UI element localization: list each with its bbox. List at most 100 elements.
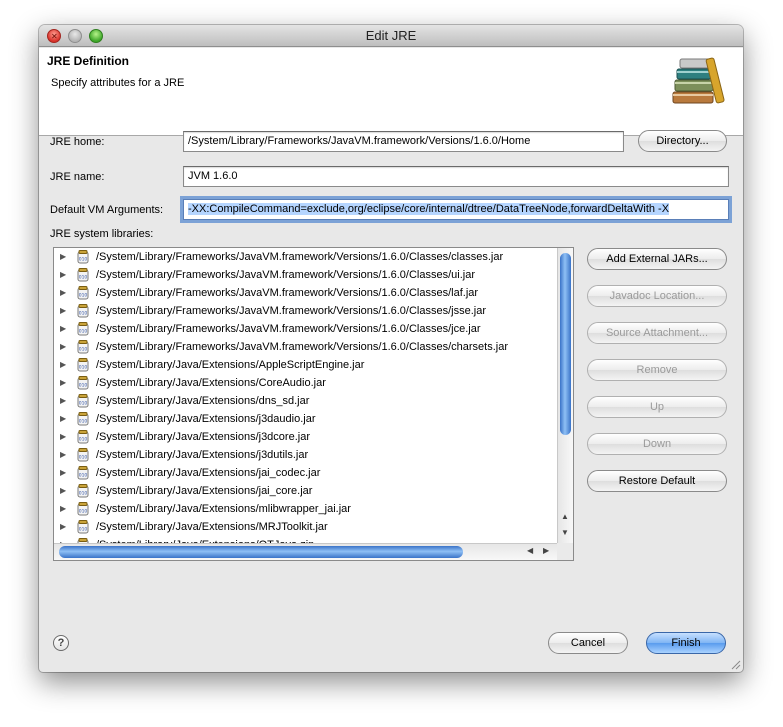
horizontal-scroll-thumb[interactable]: [59, 546, 463, 558]
svg-text:010: 010: [79, 455, 88, 461]
list-item[interactable]: ▶ 010/System/Library/Java/Extensions/Appl…: [54, 356, 559, 374]
triangle-right-icon[interactable]: ▶: [60, 320, 66, 338]
header-title: JRE Definition: [47, 54, 130, 68]
scroll-right-arrow-icon[interactable]: ▶: [543, 546, 549, 555]
library-path: /System/Library/Frameworks/JavaVM.framew…: [96, 269, 476, 281]
add-external-jars-button[interactable]: Add External JARs...: [587, 248, 727, 270]
down-button[interactable]: Down: [587, 433, 727, 455]
list-item[interactable]: ▶ 010/System/Library/Java/Extensions/j3du…: [54, 446, 559, 464]
jar-icon: 010: [77, 304, 89, 318]
library-path: /System/Library/Java/Extensions/j3dcore.…: [96, 431, 310, 443]
window-title: Edit JRE: [365, 28, 417, 43]
list-item[interactable]: ▶ 010/System/Library/Frameworks/JavaVM.fr…: [54, 266, 559, 284]
svg-text:010: 010: [79, 419, 88, 425]
library-path: /System/Library/Frameworks/JavaVM.framew…: [96, 323, 481, 335]
jar-icon: 010: [77, 430, 89, 444]
svg-text:010: 010: [79, 383, 88, 389]
list-item[interactable]: ▶ 010/System/Library/Java/Extensions/dns_…: [54, 392, 559, 410]
library-list: ▶ 010/System/Library/Frameworks/JavaVM.fr…: [54, 248, 559, 544]
close-window-button[interactable]: [47, 26, 61, 48]
vm-args-value: -XX:CompileCommand=exclude,org/eclipse/c…: [188, 203, 670, 215]
svg-text:010: 010: [79, 491, 88, 497]
triangle-right-icon[interactable]: ▶: [60, 500, 66, 518]
horizontal-scrollbar[interactable]: ◀ ▶: [54, 543, 559, 560]
up-button[interactable]: Up: [587, 396, 727, 418]
triangle-right-icon[interactable]: ▶: [60, 464, 66, 482]
directory-button[interactable]: Directory...: [638, 130, 727, 152]
list-item[interactable]: ▶ 010/System/Library/Java/Extensions/j3da…: [54, 410, 559, 428]
library-path: /System/Library/Java/Extensions/jai_code…: [96, 467, 321, 479]
list-item[interactable]: ▶ 010/System/Library/Frameworks/JavaVM.fr…: [54, 248, 559, 266]
library-path: /System/Library/Java/Extensions/j3dutils…: [96, 449, 309, 461]
library-path: /System/Library/Java/Extensions/CoreAudi…: [96, 377, 326, 389]
library-path: /System/Library/Java/Extensions/jai_core…: [96, 485, 313, 497]
triangle-right-icon[interactable]: ▶: [60, 446, 66, 464]
jar-icon: 010: [77, 358, 89, 372]
scroll-down-arrow-icon[interactable]: ▼: [561, 528, 569, 537]
list-item[interactable]: ▶ 010/System/Library/Frameworks/JavaVM.fr…: [54, 284, 559, 302]
svg-text:010: 010: [79, 473, 88, 479]
header-subtitle: Specify attributes for a JRE: [51, 77, 185, 89]
vertical-scrollbar[interactable]: ▲ ▼: [557, 248, 573, 544]
triangle-right-icon[interactable]: ▶: [60, 284, 66, 302]
triangle-right-icon[interactable]: ▶: [60, 410, 66, 428]
svg-text:010: 010: [79, 347, 88, 353]
svg-text:010: 010: [79, 365, 88, 371]
svg-text:010: 010: [79, 275, 88, 281]
source-attachment-button[interactable]: Source Attachment...: [587, 322, 727, 344]
library-path: /System/Library/Java/Extensions/dns_sd.j…: [96, 395, 310, 407]
scroll-left-arrow-icon[interactable]: ◀: [527, 546, 533, 555]
system-libraries-label: JRE system libraries:: [50, 228, 154, 240]
triangle-right-icon[interactable]: ▶: [60, 482, 66, 500]
list-item[interactable]: ▶ 010/System/Library/Java/Extensions/MRJT…: [54, 518, 559, 536]
jar-icon: 010: [77, 268, 89, 282]
list-item[interactable]: ▶ 010/System/Library/Frameworks/JavaVM.fr…: [54, 302, 559, 320]
list-item[interactable]: ▶ 010/System/Library/Frameworks/JavaVM.fr…: [54, 338, 559, 356]
jar-icon: 010: [77, 412, 89, 426]
triangle-right-icon[interactable]: ▶: [60, 248, 66, 266]
svg-text:010: 010: [79, 509, 88, 515]
svg-text:010: 010: [79, 437, 88, 443]
dialog-header: JRE Definition Specify attributes for a …: [39, 48, 743, 136]
triangle-right-icon[interactable]: ▶: [60, 518, 66, 536]
title-bar[interactable]: Edit JRE: [39, 25, 743, 48]
list-item[interactable]: ▶ 010/System/Library/Java/Extensions/j3dc…: [54, 428, 559, 446]
books-icon: [672, 57, 725, 104]
jar-icon: 010: [77, 286, 89, 300]
cancel-button[interactable]: Cancel: [548, 632, 628, 654]
jre-name-label: JRE name:: [50, 171, 105, 183]
triangle-right-icon[interactable]: ▶: [60, 302, 66, 320]
list-item[interactable]: ▶ 010/System/Library/Java/Extensions/jai_…: [54, 482, 559, 500]
library-path: /System/Library/Frameworks/JavaVM.framew…: [96, 341, 509, 353]
jre-home-label: JRE home:: [50, 136, 105, 148]
library-path: /System/Library/Java/Extensions/MRJToolk…: [96, 521, 328, 533]
triangle-right-icon[interactable]: ▶: [60, 374, 66, 392]
jar-icon: 010: [77, 502, 89, 516]
triangle-right-icon[interactable]: ▶: [60, 338, 66, 356]
list-item[interactable]: ▶ 010/System/Library/Java/Extensions/mlib…: [54, 500, 559, 518]
triangle-right-icon[interactable]: ▶: [60, 356, 66, 374]
scroll-up-arrow-icon[interactable]: ▲: [561, 512, 569, 521]
zoom-window-button[interactable]: [89, 29, 103, 43]
triangle-right-icon[interactable]: ▶: [60, 428, 66, 446]
finish-button[interactable]: Finish: [646, 632, 726, 654]
javadoc-location-button[interactable]: Javadoc Location...: [587, 285, 727, 307]
system-libraries-tree[interactable]: ▶ 010/System/Library/Frameworks/JavaVM.fr…: [53, 247, 574, 561]
svg-text:010: 010: [79, 527, 88, 533]
remove-button[interactable]: Remove: [587, 359, 727, 381]
list-item[interactable]: ▶ 010/System/Library/Java/Extensions/Core…: [54, 374, 559, 392]
resize-grip-icon[interactable]: [729, 658, 741, 670]
jre-home-field[interactable]: /System/Library/Frameworks/JavaVM.framew…: [183, 131, 624, 152]
list-item[interactable]: ▶ 010/System/Library/Frameworks/JavaVM.fr…: [54, 320, 559, 338]
help-icon[interactable]: ?: [53, 635, 69, 651]
list-item[interactable]: ▶ 010/System/Library/Java/Extensions/jai_…: [54, 464, 559, 482]
vertical-scroll-thumb[interactable]: [560, 253, 571, 435]
svg-text:010: 010: [79, 257, 88, 263]
restore-default-button[interactable]: Restore Default: [587, 470, 727, 492]
jre-name-field[interactable]: JVM 1.6.0: [183, 166, 729, 187]
triangle-right-icon[interactable]: ▶: [60, 392, 66, 410]
triangle-right-icon[interactable]: ▶: [60, 266, 66, 284]
minimize-window-button[interactable]: [68, 29, 82, 43]
vm-args-field[interactable]: -XX:CompileCommand=exclude,org/eclipse/c…: [183, 199, 729, 220]
jar-icon: 010: [77, 394, 89, 408]
